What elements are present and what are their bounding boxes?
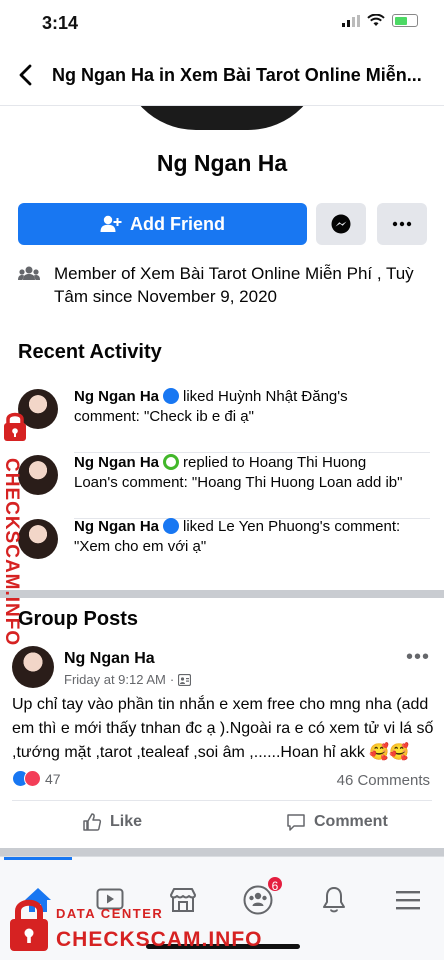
post-author[interactable]: Ng Ngan Ha — [64, 650, 155, 668]
blue-badge-icon — [163, 518, 180, 534]
avatar[interactable] — [18, 519, 58, 559]
signal-icon — [342, 14, 360, 27]
add-friend-label: Add Friend — [130, 213, 225, 234]
post-author-avatar[interactable] — [12, 646, 54, 688]
comment-label: Comment — [314, 813, 388, 830]
post-meta: Friday at 9:12 AM · — [64, 672, 192, 687]
like-button[interactable]: Like — [82, 812, 142, 832]
padlock-icon — [4, 412, 26, 441]
tab-groups[interactable]: 6 — [238, 875, 284, 917]
add-friend-icon — [100, 215, 122, 232]
tab-notifications[interactable] — [314, 883, 354, 917]
activity-text-line1: liked Huỳnh Nhật Đăng's — [183, 388, 348, 405]
active-tab-indicator — [4, 857, 72, 860]
section-gap — [0, 848, 444, 856]
post-time[interactable]: Friday at 9:12 AM — [64, 672, 166, 687]
profile-name: Ng Ngan Ha — [156, 150, 288, 176]
status-time: 3:14 — [42, 13, 79, 33]
wifi-icon — [367, 14, 385, 26]
members-icon — [18, 266, 40, 280]
activity-author[interactable]: Ng Ngan Ha — [74, 388, 159, 405]
watermark-checkscam: CHECKSCAM.INFO — [56, 928, 263, 951]
activity-text-line1: liked Le Yen Phuong's comment: — [183, 518, 401, 535]
nav-bar: Ng Ngan Ha in Xem Bài Tarot Online Miễn.… — [0, 44, 444, 106]
battery-icon — [392, 14, 418, 27]
status-icons — [342, 14, 418, 27]
comment-icon — [287, 814, 305, 831]
blue-badge-icon — [163, 388, 180, 404]
marketplace-icon — [170, 888, 196, 912]
divider — [12, 800, 432, 801]
post-text: Up chỉ tay vào phần tin nhắn e xem free … — [12, 696, 434, 761]
message-button[interactable] — [316, 203, 366, 245]
post-separator: · — [169, 672, 175, 687]
page-title: Ng Ngan Ha in Xem Bài Tarot Online Miễn.… — [52, 65, 422, 85]
thumbs-up-icon — [83, 813, 102, 831]
side-watermark-text: CHECKSCAM.INFO — [1, 458, 22, 647]
activity-text-line1: replied to Hoang Thi Huong — [183, 454, 367, 471]
activity-item[interactable]: Ng Ngan Ha liked Le Yen Phuong's comment:… — [18, 517, 430, 583]
love-reaction-icon — [24, 770, 41, 787]
green-badge-icon — [163, 454, 180, 470]
more-options-button[interactable] — [377, 203, 427, 245]
member-prefix: Member of — [54, 264, 140, 283]
section-gap — [0, 590, 444, 598]
comment-button[interactable]: Comment — [286, 812, 388, 832]
back-icon[interactable] — [14, 62, 38, 88]
membership-info: Member of Xem Bài Tarot Online Miễn Phí … — [18, 262, 428, 308]
comments-count[interactable]: 46 Comments — [337, 772, 430, 789]
group-posts-title: Group Posts — [18, 608, 139, 630]
tab-marketplace[interactable] — [163, 883, 203, 917]
status-bar: 3:14 — [0, 0, 444, 44]
recent-activity-title: Recent Activity — [18, 341, 162, 363]
group-privacy-icon — [178, 673, 192, 686]
padlock-icon — [10, 899, 48, 951]
activity-author[interactable]: Ng Ngan Ha — [74, 518, 159, 535]
activity-item[interactable]: Ng Ngan Ha liked Huỳnh Nhật Đăng's commen… — [18, 387, 430, 453]
activity-author[interactable]: Ng Ngan Ha — [74, 454, 159, 471]
membership-text: Member of Xem Bài Tarot Online Miễn Phí … — [54, 262, 428, 308]
hamburger-menu-icon — [396, 891, 420, 910]
groups-notification-badge: 6 — [266, 875, 284, 893]
avatar[interactable] — [18, 455, 58, 495]
messenger-icon — [331, 214, 351, 234]
bell-icon — [323, 887, 345, 913]
activity-text-line2: Loan's comment: "Hoang Thi Huong Loan ad… — [74, 474, 403, 491]
member-since: since November 9, 2020 — [88, 287, 277, 306]
like-label: Like — [110, 813, 143, 830]
watermark-data-center: DATA CENTER — [56, 906, 164, 921]
add-friend-button[interactable]: Add Friend — [18, 203, 307, 245]
activity-item[interactable]: Ng Ngan Ha replied to Hoang Thi Huong Loa… — [18, 453, 430, 519]
side-watermark: CHECKSCAM.INFO — [1, 410, 28, 646]
post-more-button[interactable]: ••• — [406, 646, 430, 669]
reactions-summary[interactable]: 47 — [12, 770, 61, 787]
activity-text-line2: comment: "Check ib e đi ạ" — [74, 408, 254, 425]
activity-text-line2: "Xem cho em với ạ" — [74, 538, 207, 555]
bottom-watermark: DATA CENTER CHECKSCAM.INFO — [8, 896, 262, 957]
tab-menu[interactable] — [388, 883, 428, 917]
more-icon — [392, 221, 412, 227]
reaction-count: 47 — [45, 770, 61, 787]
